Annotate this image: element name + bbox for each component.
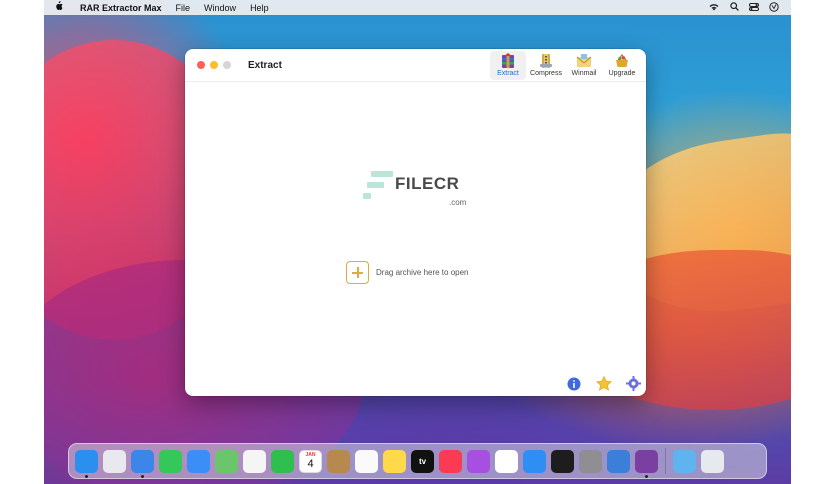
info-icon[interactable] xyxy=(565,375,582,392)
open-archive-target[interactable]: Drag archive here to open xyxy=(346,261,469,284)
app-window: Extract Extract Compress Winmail Upgrade… xyxy=(185,49,646,396)
dock-separator xyxy=(665,448,666,474)
wifi-icon[interactable] xyxy=(709,3,719,13)
compress-icon xyxy=(537,53,555,69)
dock-downloads-folder-icon[interactable] xyxy=(673,449,696,473)
dock-apple-tv-icon[interactable]: tv xyxy=(411,449,434,473)
upgrade-tool-button[interactable]: Upgrade xyxy=(604,51,640,80)
dock-app-store-icon[interactable] xyxy=(523,449,546,473)
toolbar: Extract Compress Winmail Upgrade xyxy=(490,51,640,80)
extract-icon xyxy=(499,53,517,69)
control-center-icon[interactable] xyxy=(749,2,759,13)
siri-icon[interactable] xyxy=(769,1,779,14)
gear-icon[interactable] xyxy=(625,375,642,392)
dock-mail-icon[interactable] xyxy=(187,449,210,473)
running-indicator xyxy=(85,474,88,478)
minimize-window-button[interactable] xyxy=(210,61,218,69)
menu-window[interactable]: Window xyxy=(204,3,236,13)
dock-facetime-icon[interactable] xyxy=(271,449,294,473)
dock-calendar-icon[interactable]: JAN 4 xyxy=(299,449,322,473)
dock-trash-icon[interactable] xyxy=(701,449,724,473)
extract-tool-label: Extract xyxy=(497,70,519,77)
watermark-suffix: .com xyxy=(449,198,467,207)
apple-tv-label: tv xyxy=(418,456,427,466)
dock-contacts-icon[interactable] xyxy=(327,449,350,473)
menu-bar: RAR Extractor Max File Window Help xyxy=(44,0,791,15)
winmail-tool-label: Winmail xyxy=(571,70,597,77)
dock-news-icon[interactable] xyxy=(495,449,518,473)
dock-notes-icon[interactable] xyxy=(383,449,406,473)
dock-system-preferences-icon[interactable] xyxy=(579,449,602,473)
title-bar: Extract Extract Compress Winmail Upgrade xyxy=(185,49,646,82)
dock-photos-icon[interactable] xyxy=(243,449,266,473)
dock-terminal-icon[interactable] xyxy=(551,449,574,473)
menu-file[interactable]: File xyxy=(176,3,191,13)
window-title: Extract xyxy=(248,59,282,71)
running-indicator xyxy=(141,474,144,478)
dock-messages-icon[interactable] xyxy=(159,449,182,473)
window-controls xyxy=(197,61,231,69)
dock-altimeter-icon[interactable] xyxy=(607,449,630,473)
compress-tool-button[interactable]: Compress xyxy=(528,51,564,80)
dock-music-icon[interactable] xyxy=(439,449,462,473)
dock-podcasts-icon[interactable] xyxy=(467,449,490,473)
compress-tool-label: Compress xyxy=(530,70,562,77)
filecr-watermark: FILECR .com xyxy=(363,168,466,207)
drop-area[interactable]: FILECR .com Drag archive here to open xyxy=(185,82,646,396)
running-indicator xyxy=(645,474,648,478)
dock-rar-extractor-icon[interactable] xyxy=(635,449,658,478)
dock-finder-icon[interactable] xyxy=(75,449,98,478)
winmail-tool-button[interactable]: Winmail xyxy=(566,51,602,80)
upgrade-tool-label: Upgrade xyxy=(608,70,636,77)
dock-launchpad-icon[interactable] xyxy=(103,449,126,473)
calendar-day: 4 xyxy=(307,458,314,470)
winmail-icon xyxy=(575,53,593,69)
watermark-text: FILECR xyxy=(395,174,460,193)
dock-safari-icon[interactable] xyxy=(131,449,154,478)
upgrade-basket-icon xyxy=(613,53,631,69)
apple-menu-icon[interactable] xyxy=(54,1,68,14)
star-icon[interactable] xyxy=(595,375,612,392)
search-icon[interactable] xyxy=(729,2,739,13)
dock-maps-icon[interactable] xyxy=(215,449,238,473)
zoom-window-button[interactable] xyxy=(223,61,231,69)
bottom-actions xyxy=(565,375,642,392)
filecr-logo-icon xyxy=(363,168,393,202)
extract-tool-button[interactable]: Extract xyxy=(490,51,526,80)
close-window-button[interactable] xyxy=(197,61,205,69)
dock: JAN 4 tv xyxy=(68,443,767,479)
menu-app-name[interactable]: RAR Extractor Max xyxy=(80,3,162,13)
plus-icon[interactable] xyxy=(346,261,369,284)
dock-reminders-icon[interactable] xyxy=(355,449,378,473)
menu-help[interactable]: Help xyxy=(250,3,269,13)
drop-hint-text: Drag archive here to open xyxy=(376,268,469,277)
